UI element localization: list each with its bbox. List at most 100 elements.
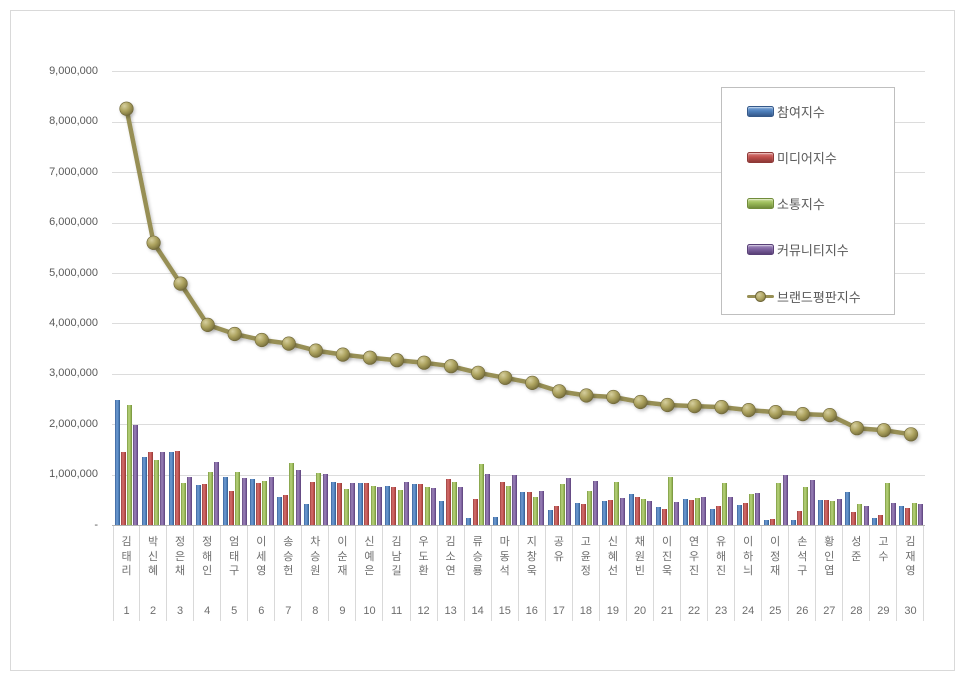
category-cell-6: 이 세 영 6 xyxy=(248,526,276,621)
y-tick-label: 8,000,000 xyxy=(49,115,98,128)
category-cell-1: 김 태 리 1 xyxy=(113,526,141,621)
rank-label: 20 xyxy=(633,605,647,617)
category-label: 이 진 욱 xyxy=(661,536,673,578)
category-cell-10: 신 예 은 10 xyxy=(356,526,384,621)
category-cell-2: 박 신 혜 2 xyxy=(140,526,168,621)
category-label: 이 순 재 xyxy=(337,536,348,578)
bar-참여지수-rank7 xyxy=(277,497,283,525)
bar-미디어지수-rank3 xyxy=(175,450,181,525)
category-label: 이 하 늬 xyxy=(743,536,754,578)
bar-미디어지수-rank30 xyxy=(905,507,911,525)
category-cell-29: 고 수 29 xyxy=(870,526,898,621)
bar-미디어지수-rank20 xyxy=(634,496,640,525)
category-cell-28: 성 준 28 xyxy=(843,526,871,621)
rank-label: 21 xyxy=(660,605,674,617)
bar-미디어지수-rank5 xyxy=(229,491,235,525)
bar-소통지수-rank24 xyxy=(749,494,755,525)
bar-참여지수-rank4 xyxy=(195,485,201,525)
bar-소통지수-rank15 xyxy=(505,485,511,525)
legend-label: 커뮤니티지수 xyxy=(777,243,849,259)
bar-소통지수-rank22 xyxy=(695,498,701,525)
bar-커뮤니티지수-rank21 xyxy=(674,501,680,525)
bar-커뮤니티지수-rank4 xyxy=(214,461,220,525)
bar-소통지수-rank19 xyxy=(614,482,620,525)
bar-참여지수-rank12 xyxy=(412,483,418,525)
bar-소통지수-rank12 xyxy=(424,487,430,525)
bar-소통지수-rank13 xyxy=(451,482,457,525)
bar-참여지수-rank13 xyxy=(439,500,445,525)
rank-label: 6 xyxy=(258,605,265,617)
rank-label: 7 xyxy=(285,605,292,617)
category-label: 박 신 혜 xyxy=(148,536,159,578)
category-label: 마 동 석 xyxy=(499,536,510,578)
rank-label: 13 xyxy=(444,605,457,617)
category-cell-16: 지 창 욱 16 xyxy=(519,526,546,621)
bar-소통지수-rank4 xyxy=(208,472,214,525)
legend-label: 소통지수 xyxy=(777,197,825,213)
bar-소통지수-rank16 xyxy=(532,496,538,525)
legend-line-dot xyxy=(755,290,766,302)
category-label: 이 세 영 xyxy=(256,536,267,578)
bar-미디어지수-rank10 xyxy=(364,483,370,525)
bar-참여지수-rank1 xyxy=(114,400,120,525)
bar-참여지수-rank18 xyxy=(574,503,580,525)
category-cell-13: 김 소 연 13 xyxy=(438,526,465,621)
category-label: 연 우 진 xyxy=(689,536,700,578)
bar-참여지수-rank27 xyxy=(818,500,824,525)
bar-미디어지수-rank17 xyxy=(553,505,559,525)
bar-미디어지수-rank29 xyxy=(878,514,884,525)
bar-소통지수-rank27 xyxy=(830,500,836,525)
category-label: 김 남 길 xyxy=(391,536,402,578)
bar-소통지수-rank29 xyxy=(884,483,890,525)
bar-미디어지수-rank2 xyxy=(147,452,153,525)
bar-커뮤니티지수-rank17 xyxy=(566,478,572,525)
bar-커뮤니티지수-rank29 xyxy=(890,502,896,525)
bar-커뮤니티지수-rank12 xyxy=(430,488,436,525)
bar-미디어지수-rank26 xyxy=(797,510,803,525)
rank-label: 19 xyxy=(606,605,620,617)
rank-label: 3 xyxy=(177,605,184,617)
legend-label: 브랜드평판지수 xyxy=(777,289,861,305)
category-label: 이 정 재 xyxy=(770,536,781,578)
bar-소통지수-rank9 xyxy=(343,489,349,525)
legend-item-참여지수: 참여지수 xyxy=(747,96,825,126)
bar-참여지수-rank9 xyxy=(331,481,337,525)
legend-item-브랜드평판지수: 브랜드평판지수 xyxy=(747,281,861,311)
bar-커뮤니티지수-rank30 xyxy=(917,504,923,525)
bar-커뮤니티지수-rank7 xyxy=(295,470,301,525)
category-label: 차 승 원 xyxy=(310,536,321,578)
category-label: 신 혜 선 xyxy=(607,536,618,578)
legend-item-커뮤니티지수: 커뮤니티지수 xyxy=(747,235,849,265)
bar-커뮤니티지수-rank20 xyxy=(647,500,653,525)
y-tick-label: 7,000,000 xyxy=(49,165,98,178)
bar-커뮤니티지수-rank16 xyxy=(539,490,545,525)
bar-소통지수-rank26 xyxy=(803,487,809,525)
legend-bar-swatch-icon xyxy=(747,244,774,256)
bar-미디어지수-rank25 xyxy=(770,518,776,525)
bar-미디어지수-rank13 xyxy=(445,478,451,525)
category-label: 김 재 영 xyxy=(905,536,916,578)
bar-소통지수-rank11 xyxy=(397,489,403,525)
rank-label: 1 xyxy=(123,605,130,617)
bar-커뮤니티지수-rank23 xyxy=(728,497,734,525)
bar-소통지수-rank20 xyxy=(641,499,647,525)
bar-커뮤니티지수-rank14 xyxy=(484,473,490,525)
y-tick-label: 3,000,000 xyxy=(49,367,98,380)
bar-커뮤니티지수-rank27 xyxy=(836,499,842,525)
legend-label: 미디어지수 xyxy=(777,150,837,166)
category-label: 류 승 룡 xyxy=(472,536,483,578)
rank-label: 23 xyxy=(714,605,728,617)
category-cell-25: 이 정 재 25 xyxy=(762,526,790,621)
category-label: 고 수 xyxy=(878,536,889,563)
bar-소통지수-rank17 xyxy=(559,483,565,525)
bar-커뮤니티지수-rank3 xyxy=(187,476,193,525)
bar-참여지수-rank30 xyxy=(899,505,905,525)
gridline-2m xyxy=(112,424,925,426)
category-label: 엄 태 구 xyxy=(229,536,240,578)
rank-label: 17 xyxy=(552,605,565,617)
chart-canvas: - 1,000,000 2,000,000 3,000,000 4,000,000 5,0… xyxy=(0,0,966,685)
category-cell-30: 김 재 영 30 xyxy=(897,526,925,621)
bar-소통지수-rank3 xyxy=(181,483,187,525)
category-label: 정 은 채 xyxy=(175,536,186,578)
category-cell-12: 우 도 환 12 xyxy=(411,526,438,621)
